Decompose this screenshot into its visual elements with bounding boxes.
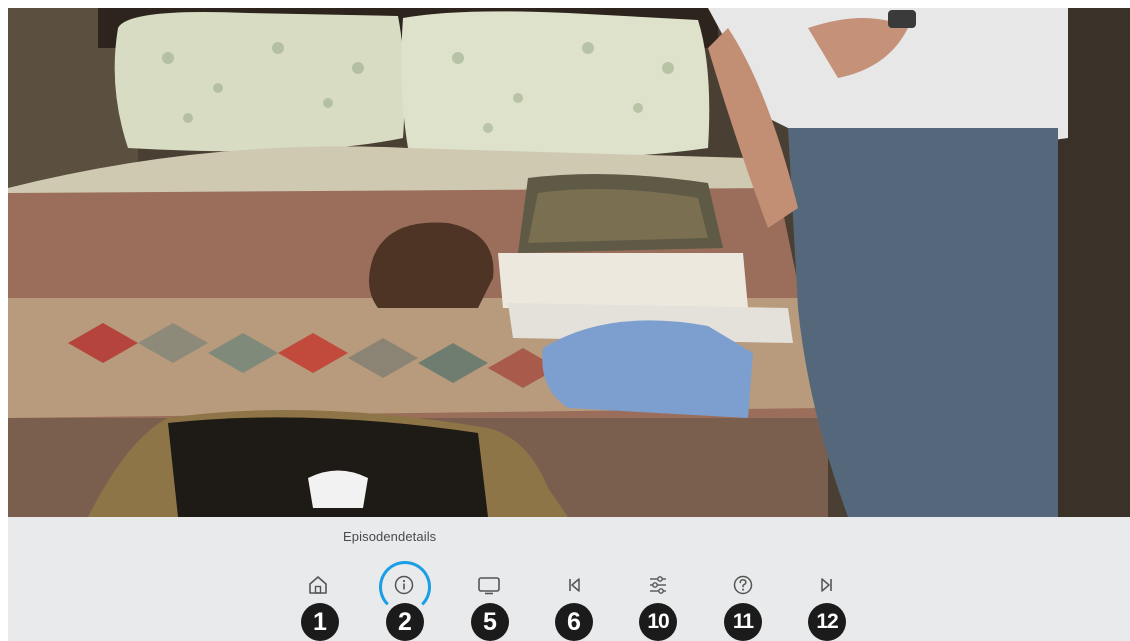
video-frame[interactable] xyxy=(8,8,1130,517)
callout-badge: 12 xyxy=(808,603,846,641)
focused-item-tooltip: Episodendetails xyxy=(343,529,437,544)
callout-badge: 1 xyxy=(301,603,339,641)
skip-forward-icon xyxy=(821,578,832,592)
callout-badge: 10 xyxy=(639,603,677,641)
skip-back-icon xyxy=(569,578,580,592)
callout-badge: 6 xyxy=(555,603,593,641)
help-icon xyxy=(733,575,753,595)
sliders-icon xyxy=(650,576,666,594)
info-icon xyxy=(394,575,414,595)
callout-badge: 2 xyxy=(386,603,424,641)
callout-badge: 11 xyxy=(724,603,762,641)
screen-icon xyxy=(478,577,500,595)
callout-badge: 5 xyxy=(471,603,509,641)
home-icon xyxy=(309,576,327,594)
video-still-image xyxy=(8,8,1130,517)
tv-player-screen: Episodendetails 1 2 5 6 10 11 12 xyxy=(0,0,1130,641)
